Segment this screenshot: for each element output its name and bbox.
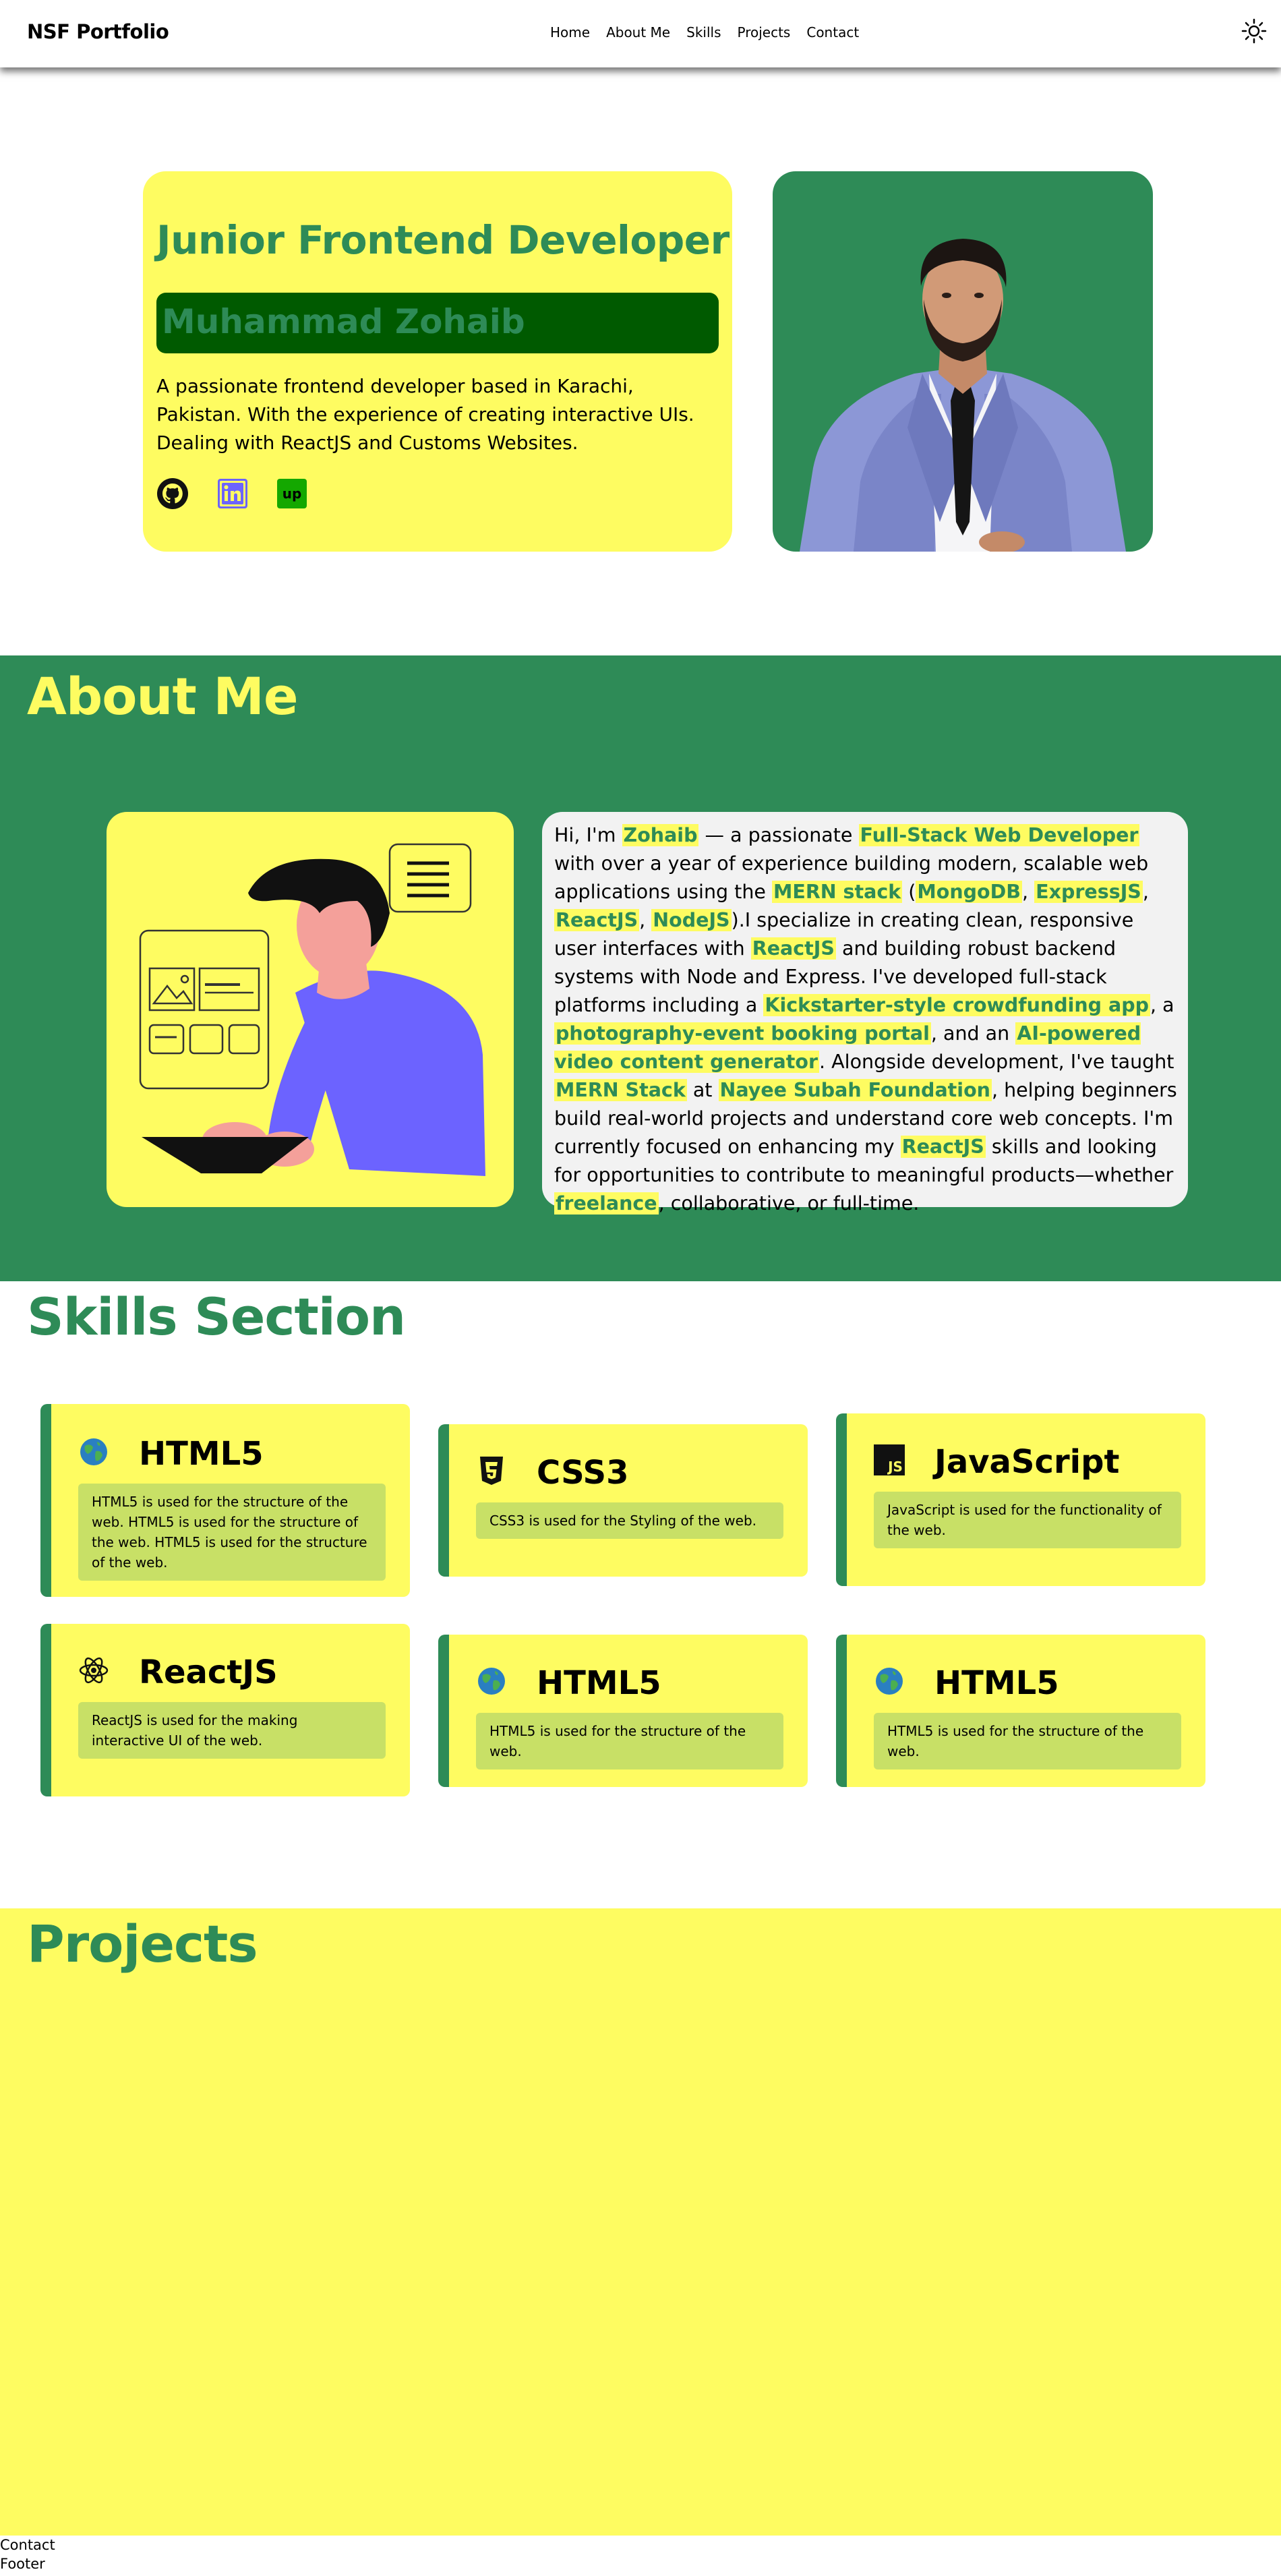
about-title: About Me xyxy=(27,666,299,726)
skill-description: HTML5 is used for the structure of the w… xyxy=(476,1713,783,1769)
skills-title: Skills Section xyxy=(27,1287,406,1347)
highlight-mern: MERN stack xyxy=(772,881,903,903)
nav-link-home[interactable]: Home xyxy=(550,24,590,40)
linkedin-icon[interactable] xyxy=(217,478,248,509)
highlight-crowdfunding: Kickstarter-style crowdfunding app xyxy=(763,994,1151,1016)
skill-description: ReactJS is used for the making interacti… xyxy=(78,1702,386,1759)
skill-description: JavaScript is used for the functionality… xyxy=(874,1492,1181,1548)
skill-name: ReactJS xyxy=(139,1653,278,1691)
about-text: , xyxy=(1142,881,1149,903)
about-text: ( xyxy=(902,881,916,903)
about-illustration xyxy=(107,812,514,1207)
nav-link-contact[interactable]: Contact xyxy=(806,24,859,40)
skill-description: HTML5 is used for the structure of the w… xyxy=(78,1484,386,1581)
about-text: , xyxy=(1022,881,1035,903)
skill-card-html5: HTML5 HTML5 is used for the structure of… xyxy=(836,1635,1205,1787)
globe-icon xyxy=(478,1668,505,1695)
profile-portrait xyxy=(800,239,1126,552)
nav-links: Home About Me Skills Projects Contact xyxy=(550,24,859,40)
svg-text:JS: JS xyxy=(887,1459,903,1475)
javascript-icon: JS xyxy=(874,1444,905,1475)
projects-title: Projects xyxy=(27,1914,258,1974)
sun-icon[interactable] xyxy=(1241,18,1268,45)
developer-illustration xyxy=(139,843,485,1176)
highlight-mongodb: MongoDB xyxy=(916,881,1022,903)
hero-title: Junior Frontend Developer xyxy=(156,217,729,263)
nav-link-projects[interactable]: Projects xyxy=(738,24,791,40)
github-icon[interactable] xyxy=(156,477,189,510)
footer: Footer xyxy=(0,2556,45,2572)
skill-description: HTML5 is used for the structure of the w… xyxy=(874,1713,1181,1769)
highlight-role: Full-Stack Web Developer xyxy=(858,824,1140,846)
hero-name: Muhammad Zohaib xyxy=(162,302,525,341)
skill-name: HTML5 xyxy=(139,1435,264,1473)
skill-card-css3: CSS3 CSS3 is used for the Styling of the… xyxy=(438,1424,808,1577)
projects-section xyxy=(0,1908,1281,2536)
skill-card-html5: HTML5 HTML5 is used for the structure of… xyxy=(438,1635,808,1787)
globe-icon xyxy=(80,1438,107,1465)
about-text: , collaborative, or full-time. xyxy=(658,1192,920,1214)
highlight-reactjs: ReactJS xyxy=(900,1136,986,1158)
nav-link-skills[interactable]: Skills xyxy=(686,24,721,40)
react-icon xyxy=(79,1657,109,1684)
highlight-reactjs: ReactJS xyxy=(750,937,836,960)
highlight-foundation: Nayee Subah Foundation xyxy=(718,1079,992,1101)
about-text: — a passionate xyxy=(698,824,859,846)
skill-description: CSS3 is used for the Styling of the web. xyxy=(476,1502,783,1539)
highlight-reactjs: ReactJS xyxy=(554,909,640,931)
about-text: , a xyxy=(1150,994,1174,1016)
upwork-label: up xyxy=(282,486,302,502)
skill-card-javascript: JS JavaScript JavaScript is used for the… xyxy=(836,1413,1205,1586)
globe-icon xyxy=(876,1668,903,1695)
social-links: up xyxy=(156,477,307,510)
about-text: . Alongside development, I've taught xyxy=(819,1051,1174,1073)
skill-name: HTML5 xyxy=(537,1664,661,1702)
upwork-icon[interactable]: up xyxy=(276,478,307,509)
skill-name: JavaScript xyxy=(934,1443,1120,1481)
skill-card-reactjs: ReactJS ReactJS is used for the making i… xyxy=(40,1624,410,1796)
about-paragraph: Hi, I'm Zohaib — a passionate Full-Stack… xyxy=(554,821,1177,1218)
brand-logo[interactable]: NSF Portfolio xyxy=(27,20,169,43)
highlight-mern-stack: MERN Stack xyxy=(554,1079,687,1101)
contact-section: Contact xyxy=(0,2537,55,2553)
nav-link-about[interactable]: About Me xyxy=(606,24,670,40)
navbar: NSF Portfolio Home About Me Skills Proje… xyxy=(0,0,1281,67)
profile-photo xyxy=(773,171,1153,552)
about-text: , xyxy=(639,909,652,931)
skill-card-html5: HTML5 HTML5 is used for the structure of… xyxy=(40,1404,410,1597)
highlight-nodejs: NodeJS xyxy=(651,909,732,931)
skill-name: CSS3 xyxy=(537,1454,629,1492)
hero-description: A passionate frontend developer based in… xyxy=(156,375,694,454)
highlight-expressjs: ExpressJS xyxy=(1034,881,1143,903)
about-text: Hi, I'm xyxy=(554,824,622,846)
css3-icon xyxy=(480,1457,503,1485)
highlight-freelance: freelance xyxy=(554,1192,659,1214)
skill-name: HTML5 xyxy=(934,1664,1059,1702)
highlight-name: Zohaib xyxy=(622,824,699,846)
about-text: , and an xyxy=(930,1022,1016,1045)
highlight-photography: photography-event booking portal xyxy=(554,1022,931,1045)
about-text: at xyxy=(686,1079,719,1101)
